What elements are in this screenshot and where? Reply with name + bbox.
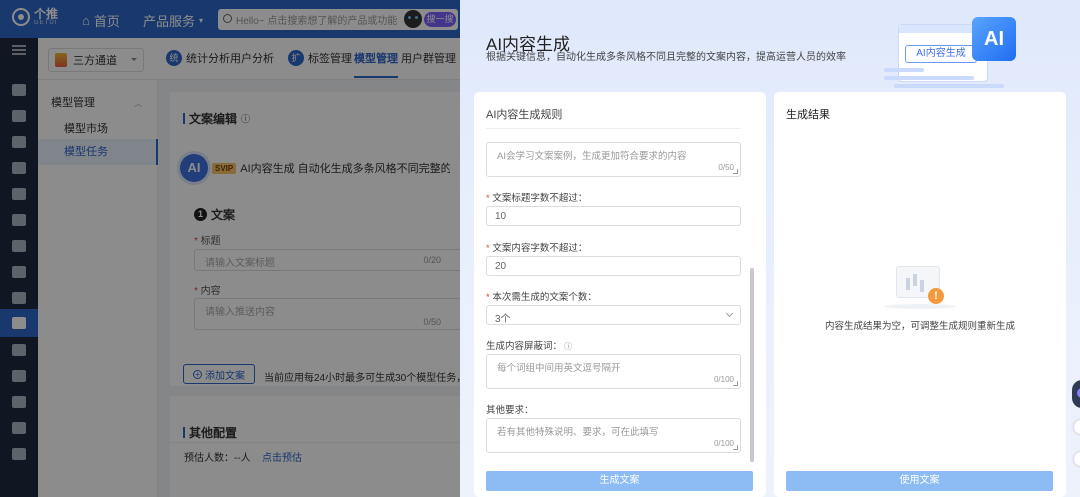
scrollbar[interactable] (750, 132, 754, 462)
empty-state-illustration: ! (880, 262, 960, 312)
assistant-float-icon[interactable] (1072, 380, 1080, 408)
warning-icon: ! (928, 288, 944, 304)
use-copy-button[interactable]: 使用文案 (786, 471, 1053, 491)
help-icon[interactable]: ⓘ (562, 342, 572, 351)
rules-panel: AI内容生成规则 AI会学习文案案例，生成更加符合要求的内容 0/50 * 文案… (474, 92, 766, 497)
resize-handle-icon[interactable] (733, 381, 738, 386)
ai-illustration: AI内容生成 AI (884, 14, 1024, 94)
example-copy-placeholder: AI会学习文案案例，生成更加符合要求的内容 (497, 151, 687, 162)
clipped-label (486, 128, 741, 133)
example-copy-count: 0/50 (718, 163, 734, 172)
mask-top[interactable] (0, 0, 460, 38)
example-copy-textarea[interactable]: AI会学习文案案例，生成更加符合要求的内容 0/50 (486, 142, 741, 177)
other-requirements-count: 0/100 (713, 439, 734, 448)
generate-copy-button[interactable]: 生成文案 (486, 471, 753, 491)
copy-count-label: * 本次需生成的文案个数： (486, 292, 597, 303)
illus-text: AI内容生成 (905, 45, 977, 63)
resize-handle-icon[interactable] (733, 169, 738, 174)
empty-state-text: 内容生成结果为空，可调整生成规则重新生成 (824, 321, 1015, 332)
resize-handle-icon[interactable] (733, 445, 738, 450)
ai-badge-icon: AI (972, 17, 1016, 61)
other-requirements-placeholder: 若有其他特殊说明、要求，可在此填写 (497, 427, 659, 438)
rules-panel-header: AI内容生成规则 (486, 109, 563, 121)
results-panel: 生成结果 ! 内容生成结果为空，可调整生成规则重新生成 使用文案 (774, 92, 1066, 497)
chevron-down-icon (725, 309, 734, 318)
other-requirements-label: 其他要求： (486, 405, 534, 416)
drawer-subtitle: 根据关键信息，自动化生成多条风格不同且完整的文案内容，提高运营人员的效率 (486, 52, 846, 63)
title-length-label: * 文案标题字数不超过： (486, 193, 588, 204)
float-tool-icon[interactable] (1074, 420, 1080, 434)
float-tool-icon-2[interactable] (1074, 452, 1080, 466)
blocked-words-textarea[interactable]: 每个词组中间用英文逗号隔开 0/100 (486, 354, 741, 389)
copy-count-value: 3个 (495, 314, 511, 325)
title-length-input[interactable]: 10 (486, 206, 741, 226)
other-requirements-textarea[interactable]: 若有其他特殊说明、要求，可在此填写 0/100 (486, 418, 741, 453)
content-length-label: * 文案内容字数不超过： (486, 243, 588, 254)
ai-content-drawer: AI内容生成 根据关键信息，自动化生成多条风格不同且完整的文案内容，提高运营人员… (460, 0, 1080, 497)
copy-count-select[interactable]: 3个 (486, 305, 741, 325)
scrollbar-thumb[interactable] (750, 268, 754, 462)
content-length-input[interactable]: 20 (486, 256, 741, 276)
mask-main[interactable] (38, 38, 460, 497)
results-panel-header: 生成结果 (786, 109, 830, 121)
blocked-words-placeholder: 每个词组中间用英文逗号隔开 (497, 363, 621, 374)
mask-left[interactable] (0, 38, 38, 497)
blocked-words-label: 生成内容屏蔽词： ⓘ (486, 341, 573, 352)
blocked-words-count: 0/100 (713, 375, 734, 384)
